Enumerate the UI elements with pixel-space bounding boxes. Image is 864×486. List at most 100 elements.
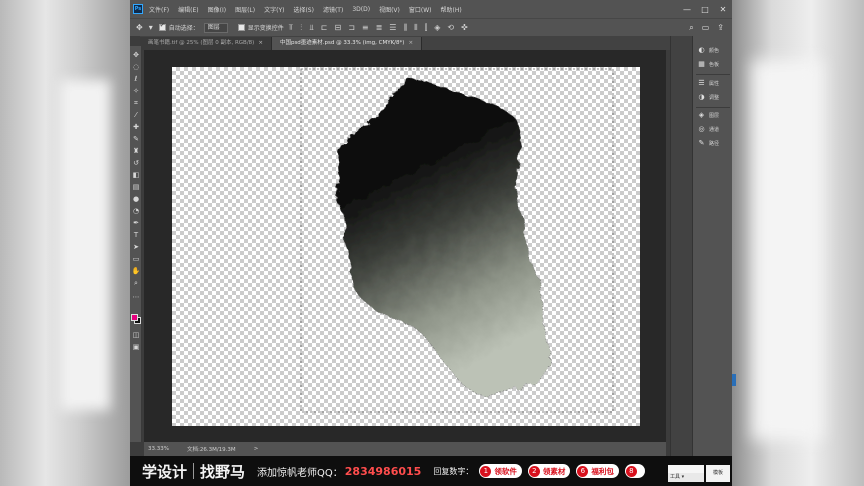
tab-document-1[interactable]: 画笔书籍.tif @ 25% (图层 0 副本, RGB/8) × (140, 37, 272, 50)
align-right-icon[interactable]: ⊐ (348, 23, 355, 32)
search-icon[interactable]: ⌕ (689, 23, 693, 33)
panels-dock: ◐ 颜色 ▦ 色板 ☰ 属性 ◑ 调整 ◈ 图层 ◎ 通道 ✎ 路径 (692, 36, 732, 456)
close-icon[interactable]: × (258, 40, 263, 46)
status-menu-arrow[interactable]: > (254, 446, 259, 452)
ime-toolbar-strip (668, 465, 704, 473)
align-hcenter-icon[interactable]: ⊟ (334, 23, 341, 32)
3d-rotate-icon[interactable]: ⟲ (447, 23, 454, 32)
distribute-hcenter-icon[interactable]: ⦀ (414, 23, 418, 33)
menu-view[interactable]: 视图(V) (379, 5, 400, 14)
tab-document-2[interactable]: 中国psd墨迹素材.psd @ 33.3% (img, CMYK/8*) × (271, 37, 423, 50)
reply-label: 回复数字： (433, 466, 474, 476)
ime-tools-dropdown[interactable]: 工具 ▾ (668, 473, 704, 482)
share-icon[interactable]: ⇪ (717, 23, 724, 32)
panel-layers[interactable]: ◈ 图层 (697, 111, 719, 119)
menu-select[interactable]: 选择(S) (293, 5, 314, 14)
align-vcenter-icon[interactable]: ⫶ (300, 23, 302, 33)
zoom-level[interactable]: 33.33% (148, 446, 169, 452)
panel-color[interactable]: ◐ 颜色 (697, 46, 719, 54)
blur-tool-icon[interactable]: ● (131, 194, 141, 204)
panel-label: 属性 (709, 80, 720, 87)
qq-number: 2834986015 (344, 464, 422, 478)
move-tool-icon[interactable]: ✥ (136, 23, 143, 32)
dodge-tool-icon[interactable]: ◔ (131, 206, 141, 216)
panel-swatches[interactable]: ▦ 色板 (697, 60, 719, 68)
close-button[interactable]: ✕ (714, 5, 732, 14)
menu-layer[interactable]: 图层(L) (235, 5, 255, 14)
distribute-left-icon[interactable]: ⫼ (403, 23, 407, 33)
clone-stamp-icon[interactable]: ♜ (131, 146, 141, 156)
menu-filter[interactable]: 滤镜(T) (323, 5, 343, 14)
panel-channels[interactable]: ◎ 通道 (697, 125, 719, 133)
menu-help[interactable]: 帮助(H) (441, 5, 462, 14)
menu-file[interactable]: 文件(F) (149, 5, 169, 14)
swatches-icon: ▦ (698, 60, 705, 68)
3d-pan-icon[interactable]: ✜ (461, 23, 468, 32)
menu-window[interactable]: 窗口(W) (409, 5, 432, 14)
chevron-down-icon[interactable]: ▾ (149, 23, 153, 32)
photoshop-logo-icon: Ps (133, 4, 143, 14)
distribute-right-icon[interactable]: ⫿ (425, 23, 428, 33)
ink-splash-artwork (300, 68, 614, 413)
menu-edit[interactable]: 编辑(E) (178, 5, 198, 14)
zoom-tool-icon[interactable]: ⌕ (131, 278, 141, 288)
pill-text: 领软件 (494, 466, 517, 476)
align-top-icon[interactable]: ⫪ (289, 23, 294, 33)
auto-select-checkbox[interactable] (158, 22, 166, 31)
path-select-icon[interactable]: ➤ (131, 242, 141, 252)
hand-tool-icon[interactable]: ✋ (131, 266, 141, 276)
pill-text: 领素材 (542, 466, 566, 476)
align-bottom-icon[interactable]: ⫫ (309, 23, 314, 33)
show-transform-checkbox[interactable] (237, 24, 245, 31)
document-tabs: 画笔书籍.tif @ 25% (图层 0 副本, RGB/8) × 中国psd墨迹… (140, 36, 732, 50)
screen-mode-icon[interactable]: ▣ (131, 342, 141, 352)
brand-divider (193, 463, 195, 479)
pill-number: 1 (480, 465, 492, 477)
panel-paths[interactable]: ✎ 路径 (697, 139, 719, 147)
magic-wand-icon[interactable]: ✧ (131, 86, 141, 96)
tools-panel: ✥ ◌ ℓ ✧ ⌗ ⁄ ✚ ✎ ♜ ↺ ◧ ▤ ● ◔ ✒ T ➤ ▭ ✋ ⌕ … (130, 46, 142, 442)
menu-type[interactable]: 文字(Y) (264, 5, 284, 14)
pen-tool-icon[interactable]: ✒ (131, 218, 141, 228)
menu-3d[interactable]: 3D(D) (352, 6, 370, 13)
brush-tool-icon[interactable]: ✎ (131, 134, 141, 144)
move-tool-icon[interactable]: ✥ (131, 50, 141, 60)
history-brush-icon[interactable]: ↺ (131, 158, 141, 168)
type-tool-icon[interactable]: T (131, 230, 141, 240)
color-icon: ◐ (698, 46, 705, 54)
workspace-icon[interactable]: ▭ (702, 23, 710, 32)
panel-properties[interactable]: ☰ 属性 (697, 79, 719, 87)
healing-brush-icon[interactable]: ✚ (131, 122, 141, 132)
eraser-tool-icon[interactable]: ◧ (131, 170, 141, 180)
quick-mask-icon[interactable]: ◫ (131, 330, 141, 340)
lasso-tool-icon[interactable]: ℓ (131, 74, 141, 84)
collapsed-panel-strip (670, 36, 692, 456)
rectangle-tool-icon[interactable]: ▭ (131, 254, 141, 264)
align-left-icon[interactable]: ⊏ (321, 23, 328, 32)
distribute-bottom-icon[interactable]: ☰ (389, 23, 396, 32)
maximize-button[interactable]: □ (696, 5, 714, 14)
more-tools-icon[interactable]: ⋯ (131, 292, 141, 302)
3d-mode-icon[interactable]: ◈ (434, 23, 440, 32)
auto-select-dropdown[interactable]: 图层 (203, 22, 228, 33)
menu-image[interactable]: 图像(I) (208, 5, 226, 14)
layers-icon: ◈ (698, 111, 705, 119)
gradient-tool-icon[interactable]: ▤ (131, 182, 141, 192)
foreground-color-swatch[interactable] (131, 314, 138, 321)
document-canvas[interactable] (172, 67, 640, 426)
eyedropper-icon[interactable]: ⁄ (131, 110, 141, 120)
tab-label: 画笔书籍.tif @ 25% (图层 0 副本, RGB/8) (148, 40, 255, 46)
crop-tool-icon[interactable]: ⌗ (131, 98, 141, 108)
panel-adjustments[interactable]: ◑ 调整 (697, 93, 719, 101)
paths-icon: ✎ (698, 139, 705, 147)
distribute-top-icon[interactable]: ≡ (362, 23, 369, 32)
minimize-button[interactable]: — (678, 5, 696, 14)
close-icon[interactable]: × (408, 40, 413, 46)
distribute-vcenter-icon[interactable]: ≣ (376, 23, 383, 32)
tab-label: 中国psd墨迹素材.psd @ 33.3% (img, CMYK/8*) (279, 40, 405, 46)
auto-select-label: 自动选择： (168, 25, 199, 32)
options-right-group: ⌕ ▭ ⇪ (689, 23, 732, 33)
panel-label: 路径 (709, 140, 720, 147)
marquee-tool-icon[interactable]: ◌ (131, 62, 141, 72)
ime-mode-button[interactable]: 模板 (706, 465, 730, 482)
